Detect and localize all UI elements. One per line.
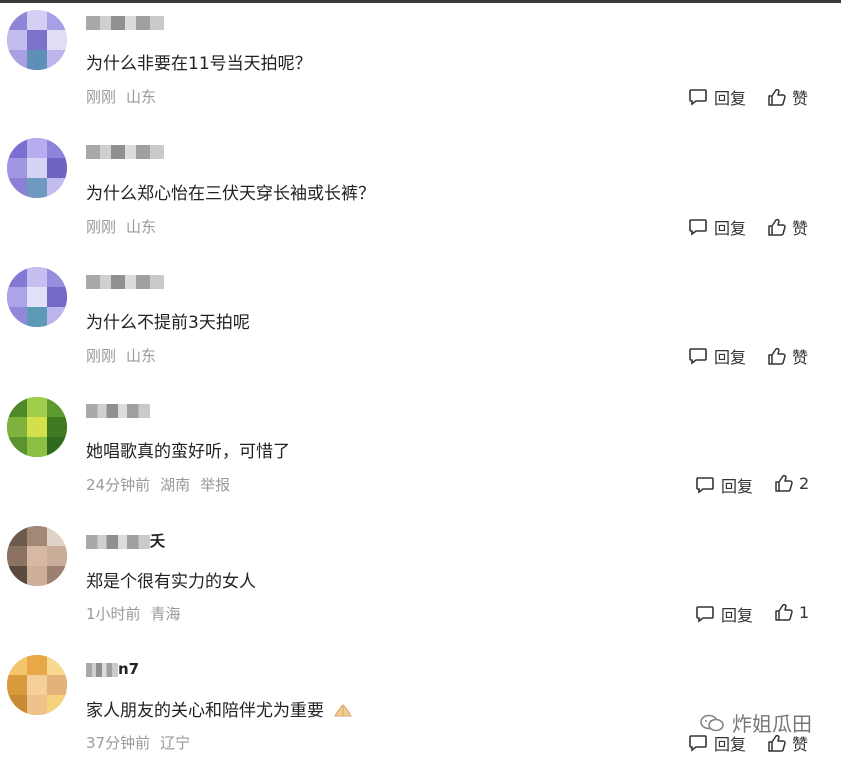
username-blur — [86, 16, 164, 30]
reply-button[interactable]: 回复 — [688, 85, 746, 109]
like-count: 1 — [799, 602, 810, 622]
avatar-mosaic — [7, 138, 67, 198]
avatar-mosaic — [7, 526, 67, 586]
comment-text: 家人朋友的关心和陪伴尤为重要 — [86, 696, 353, 721]
reply-icon — [689, 348, 707, 365]
timestamp: 37分钟前 — [86, 734, 151, 752]
avatar-mosaic — [7, 655, 67, 715]
report-link[interactable]: 举报 — [200, 476, 230, 494]
location: 山东 — [126, 347, 157, 365]
thumbs-up-icon — [775, 603, 793, 621]
avatar[interactable] — [7, 397, 67, 457]
thumbs-up-icon — [768, 218, 786, 236]
like-button[interactable]: 2 — [774, 473, 809, 493]
comment-text: 她唱歌真的蛮好听，可惜了 — [86, 442, 290, 462]
comment-text: 郑是个很有实力的女人 — [86, 572, 256, 592]
like-button[interactable]: 1 — [774, 602, 809, 622]
wechat-icon — [700, 714, 724, 731]
comment-item: 她唱歌真的蛮好听，可惜了 24分钟前 湖南 举报 回复 2 — [0, 390, 841, 519]
avatar[interactable] — [7, 655, 67, 715]
reply-button[interactable]: 回复 — [688, 215, 746, 239]
location: 山东 — [126, 218, 157, 236]
timestamp: 刚刚 — [86, 218, 117, 236]
reply-icon — [689, 89, 707, 106]
location: 湖南 — [160, 476, 191, 494]
username[interactable] — [86, 12, 164, 32]
reply-button[interactable]: 回复 — [688, 344, 746, 368]
comment-item: 夭 郑是个很有实力的女人 1小时前 青海 回复 1 — [0, 519, 841, 648]
avatar[interactable] — [7, 526, 67, 586]
praying-hands-emoji-icon — [334, 704, 353, 717]
like-button[interactable]: 赞 — [767, 85, 808, 109]
username[interactable]: 夭 — [86, 531, 165, 551]
comment-item: 为什么不提前3天拍呢 刚刚 山东 回复 赞 — [0, 261, 841, 390]
username[interactable] — [86, 141, 164, 161]
comment-text: 为什么非要在11号当天拍呢？ — [86, 54, 312, 74]
reply-icon — [696, 477, 714, 494]
username[interactable] — [86, 271, 164, 291]
comment-meta: 刚刚 山东 — [86, 345, 166, 366]
avatar[interactable] — [7, 267, 67, 327]
reply-button[interactable]: 回复 — [695, 602, 753, 626]
username-blur — [86, 145, 164, 159]
avatar-mosaic — [7, 397, 67, 457]
location: 青海 — [150, 605, 181, 623]
like-button[interactable]: 赞 — [767, 344, 808, 368]
thumbs-up-icon — [768, 347, 786, 365]
comment-meta: 刚刚 山东 — [86, 216, 166, 237]
avatar[interactable] — [7, 138, 67, 198]
comment-item: 为什么郑心怡在三伏天穿长袖或长裤？ 刚刚 山东 回复 赞 — [0, 132, 841, 261]
timestamp: 24分钟前 — [86, 476, 151, 494]
avatar-mosaic — [7, 10, 67, 70]
thumbs-up-icon — [775, 474, 793, 492]
comment-text: 为什么郑心怡在三伏天穿长袖或长裤？ — [86, 184, 375, 204]
username-blur — [86, 275, 164, 289]
like-count: 2 — [799, 473, 810, 493]
comment-list: 为什么非要在11号当天拍呢？ 刚刚 山东 回复 赞 为什么郑心怡在三伏天穿长袖或长… — [0, 3, 841, 761]
timestamp: 刚刚 — [86, 347, 117, 365]
reply-button[interactable]: 回复 — [695, 473, 753, 497]
comment-text: 为什么不提前3天拍呢 — [86, 313, 250, 333]
location: 辽宁 — [160, 734, 191, 752]
location: 山东 — [126, 88, 157, 106]
username[interactable] — [86, 400, 150, 420]
comment-meta: 刚刚 山东 — [86, 86, 166, 107]
avatar[interactable] — [7, 10, 67, 70]
comment-meta: 37分钟前 辽宁 — [86, 732, 200, 753]
username-blur — [86, 663, 118, 677]
reply-icon — [696, 606, 714, 623]
watermark: 炸姐瓜田 — [700, 708, 812, 737]
timestamp: 刚刚 — [86, 88, 117, 106]
like-button[interactable]: 赞 — [767, 215, 808, 239]
thumbs-up-icon — [768, 88, 786, 106]
reply-icon — [689, 219, 707, 236]
comment-item: 为什么非要在11号当天拍呢？ 刚刚 山东 回复 赞 — [0, 3, 841, 132]
username-blur — [86, 404, 150, 418]
avatar-mosaic — [7, 267, 67, 327]
comment-meta: 1小时前 青海 — [86, 603, 191, 624]
username-blur — [86, 535, 150, 549]
username[interactable]: n7 — [86, 659, 164, 679]
comment-meta: 24分钟前 湖南 举报 — [86, 474, 240, 495]
timestamp: 1小时前 — [86, 605, 141, 623]
